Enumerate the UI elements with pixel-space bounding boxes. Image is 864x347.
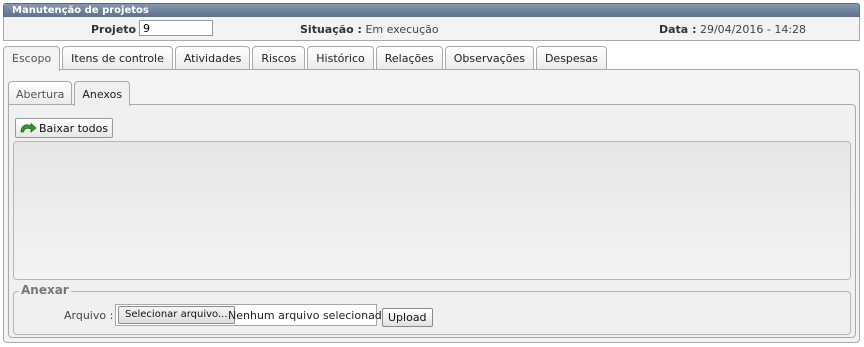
tab-observacoes[interactable]: Observações bbox=[444, 46, 534, 69]
subtab-abertura[interactable]: Abertura bbox=[8, 81, 73, 104]
arquivo-label: Arquivo : bbox=[64, 309, 114, 322]
projeto-input[interactable] bbox=[139, 20, 213, 36]
project-info-bar: Projeto : Situação : Em execução Data : … bbox=[3, 17, 860, 41]
tab-atividades[interactable]: Atividades bbox=[174, 46, 251, 69]
upload-button[interactable]: Upload bbox=[382, 308, 433, 327]
tab-despesas[interactable]: Despesas bbox=[535, 46, 607, 69]
projeto-label: Projeto : bbox=[91, 23, 145, 36]
tab-escopo[interactable]: Escopo bbox=[3, 46, 61, 71]
download-all-button[interactable]: Baixar todos bbox=[15, 118, 114, 138]
data-value: 29/04/2016 - 14:28 bbox=[699, 23, 807, 36]
situacao: Situação : Em execução bbox=[300, 23, 439, 36]
tab-riscos[interactable]: Riscos bbox=[252, 46, 306, 69]
download-arrow-icon bbox=[20, 122, 37, 133]
situacao-value: Em execução bbox=[365, 23, 439, 36]
select-file-button[interactable]: Selecionar arquivo... bbox=[118, 306, 235, 324]
tab-relacoes[interactable]: Relações bbox=[375, 46, 443, 69]
download-all-label: Baixar todos bbox=[39, 121, 109, 135]
subtab-anexos[interactable]: Anexos bbox=[74, 81, 131, 106]
main-tabs: Escopo Itens de controle Atividades Risc… bbox=[3, 46, 609, 71]
no-file-selected-text: Nenhum arquivo selecionado. bbox=[228, 309, 392, 322]
attachments-list[interactable] bbox=[13, 141, 851, 280]
anexar-legend: Anexar bbox=[19, 283, 71, 297]
window-title: Manutenção de projetos bbox=[3, 3, 860, 17]
sub-tabs: Abertura Anexos bbox=[8, 81, 132, 106]
data: Data : 29/04/2016 - 14:28 bbox=[659, 23, 806, 36]
tab-historico[interactable]: Histórico bbox=[307, 46, 374, 69]
data-label: Data : bbox=[659, 23, 697, 36]
situacao-label: Situação : bbox=[300, 23, 362, 36]
tab-itens-de-controle[interactable]: Itens de controle bbox=[62, 46, 173, 69]
